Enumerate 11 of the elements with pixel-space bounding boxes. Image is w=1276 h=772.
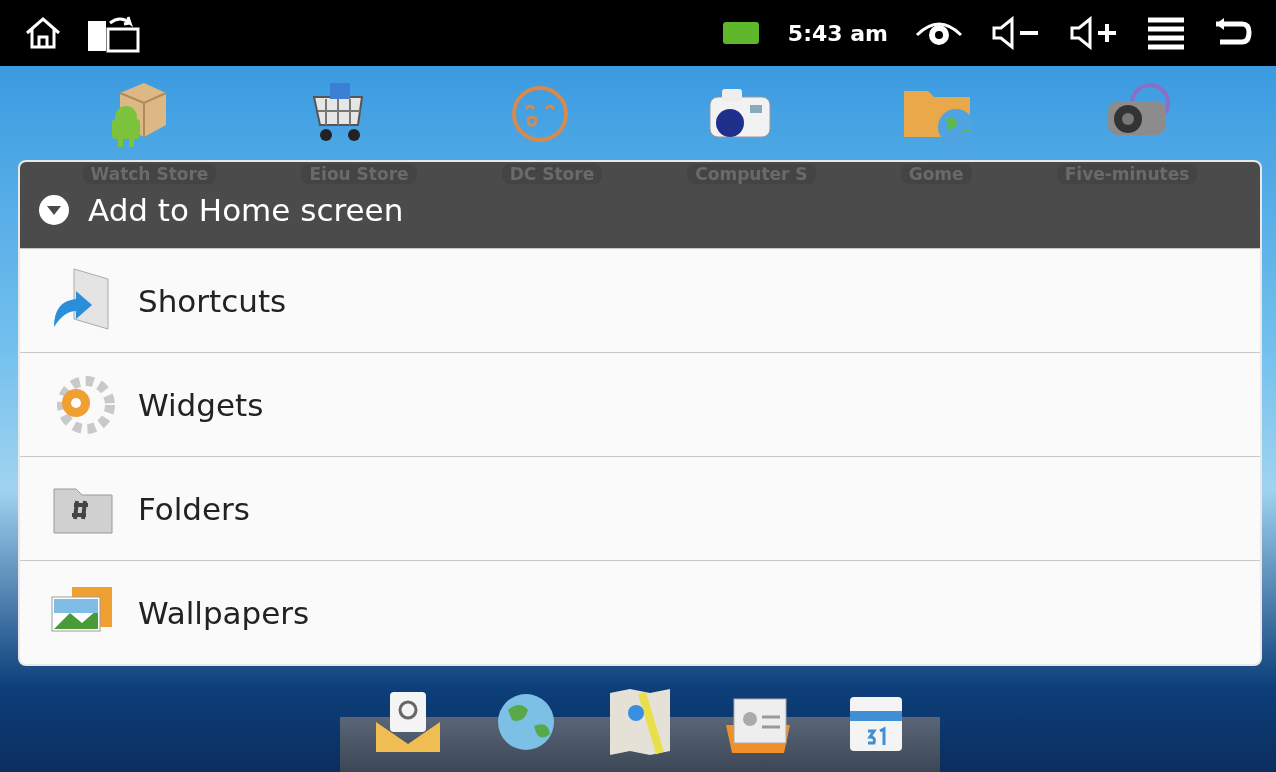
dialog-title: Add to Home screen — [88, 192, 404, 228]
menu-item[interactable]: Widgets — [20, 352, 1260, 456]
home-icon[interactable] — [24, 15, 62, 51]
menu-item[interactable]: Wallpapers — [20, 560, 1260, 664]
status-time: 5:43 am — [787, 20, 888, 46]
menu-item[interactable]: Folders — [20, 456, 1260, 560]
menu-item[interactable]: Shortcuts — [20, 248, 1260, 352]
map-icon[interactable] — [608, 687, 672, 757]
battery-icon — [721, 20, 762, 46]
dropdown-icon — [38, 194, 70, 226]
menu-icon[interactable] — [1146, 16, 1186, 50]
